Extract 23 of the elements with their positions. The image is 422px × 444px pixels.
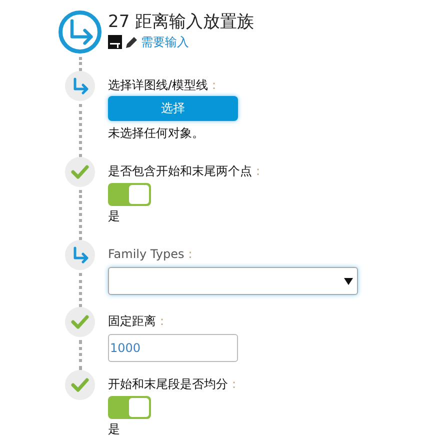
toggle-value: 是 xyxy=(108,421,120,437)
input-field[interactable]: 1000 xyxy=(108,334,238,362)
colon: : xyxy=(256,163,260,179)
field-label: Family Types xyxy=(108,246,184,262)
field-label: 选择详图线/模型线 xyxy=(108,77,208,93)
select-button[interactable]: 选择 xyxy=(108,96,238,121)
selection-note: 未选择任何对象。 xyxy=(108,125,204,141)
field-label: 是否包含开始和末尾两个点 xyxy=(108,163,252,179)
field-label: 开始和末尾段是否均分 xyxy=(108,376,228,392)
colon: : xyxy=(160,313,164,329)
colon: : xyxy=(232,376,236,392)
pencil-icon xyxy=(125,36,138,48)
caret-icon xyxy=(344,278,353,284)
node-title: 27 距离输入放置族 xyxy=(108,11,254,33)
field-label: 固定距离 xyxy=(108,313,156,329)
toggle-switch[interactable] xyxy=(108,396,151,419)
dropdown-field[interactable] xyxy=(108,267,358,295)
toggle-switch[interactable] xyxy=(108,183,151,206)
colon: : xyxy=(188,246,192,262)
colon: : xyxy=(212,77,216,93)
toggle-value: 是 xyxy=(108,208,120,224)
status-link[interactable]: 需要输入 xyxy=(141,34,189,50)
toolbar-icon xyxy=(108,35,122,49)
